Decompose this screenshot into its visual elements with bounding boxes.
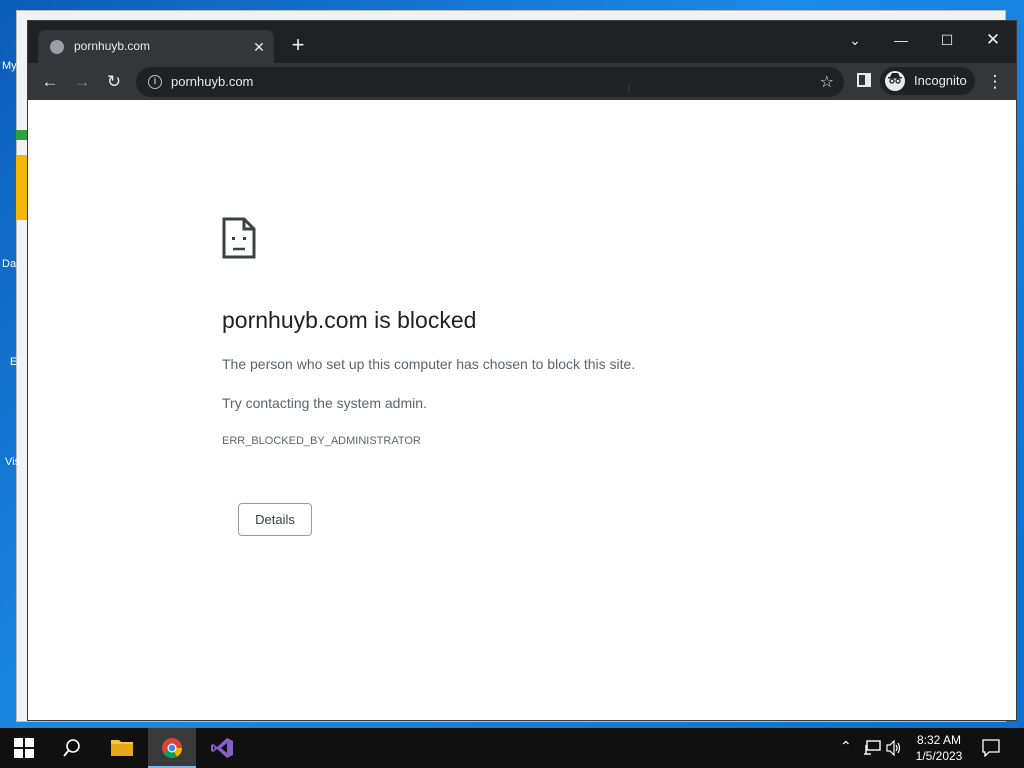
chrome-taskbar-button[interactable] xyxy=(148,728,196,768)
visual-studio-icon xyxy=(211,738,233,758)
error-page: I pornhuyb.com is blocked The person who… xyxy=(28,80,1016,720)
tab-active[interactable]: pornhuyb.com ✕ xyxy=(38,30,274,63)
close-tab-icon[interactable]: ✕ xyxy=(250,38,268,56)
details-button[interactable]: Details xyxy=(238,503,312,536)
windows-start-icon[interactable] xyxy=(14,738,34,758)
address-bar[interactable]: i pornhuyb.com ☆ xyxy=(136,67,844,97)
error-code: ERR_BLOCKED_BY_ADMINISTRATOR xyxy=(222,435,421,447)
globe-icon xyxy=(50,40,64,54)
incognito-icon xyxy=(885,71,905,91)
clock-time: 8:32 AM xyxy=(916,733,962,747)
network-icon[interactable] xyxy=(863,740,881,756)
sad-document-icon xyxy=(222,217,256,259)
chevron-up-icon[interactable]: ⌃ xyxy=(840,738,852,755)
incognito-label: Incognito xyxy=(914,73,967,88)
desktop-icon-label[interactable]: My xyxy=(2,60,17,72)
system-clock[interactable]: 8:32 AM 1/5/2023 xyxy=(904,732,974,764)
browser-toolbar: ← → ↻ i pornhuyb.com ☆ Incognito ⋮ xyxy=(28,63,1016,100)
desktop-icon-label[interactable]: Vis xyxy=(5,456,20,468)
address-bar-url[interactable]: pornhuyb.com xyxy=(171,74,253,89)
chrome-icon xyxy=(162,738,183,759)
clock-date: 1/5/2023 xyxy=(915,749,963,763)
close-window-button[interactable]: ✕ xyxy=(979,27,1007,53)
incognito-indicator[interactable]: Incognito xyxy=(880,67,975,95)
folder-icon xyxy=(111,740,133,756)
desktop-icon-label[interactable]: E xyxy=(10,356,17,368)
new-tab-button[interactable]: + xyxy=(286,33,310,57)
chrome-window: pornhuyb.com ✕ + ⌄ — ☐ ✕ ← → ↻ i pornhuy… xyxy=(27,20,1017,721)
reload-button[interactable]: ↻ xyxy=(101,69,127,95)
file-explorer-taskbar-button[interactable] xyxy=(98,728,146,768)
volume-icon[interactable] xyxy=(886,740,902,756)
desktop-icon-label[interactable]: Da xyxy=(2,258,16,270)
tab-title: pornhuyb.com xyxy=(74,39,151,53)
minimize-button[interactable]: — xyxy=(887,27,915,53)
notifications-icon[interactable] xyxy=(982,739,1000,757)
text-cursor-icon: I xyxy=(627,80,631,96)
back-button[interactable]: ← xyxy=(37,69,63,95)
side-panel-icon[interactable] xyxy=(851,69,877,95)
tab-search-icon[interactable]: ⌄ xyxy=(841,27,869,53)
forward-button[interactable]: → xyxy=(69,69,95,95)
tab-strip: pornhuyb.com ✕ + ⌄ — ☐ ✕ xyxy=(28,21,1016,63)
error-title: pornhuyb.com is blocked xyxy=(222,307,477,333)
search-icon[interactable] xyxy=(62,738,82,758)
maximize-button[interactable]: ☐ xyxy=(933,27,961,53)
visual-studio-taskbar-button[interactable] xyxy=(198,728,246,768)
bookmark-star-icon[interactable]: ☆ xyxy=(820,72,834,92)
taskbar: ⌃ 8:32 AM 1/5/2023 xyxy=(0,728,1024,768)
site-info-icon[interactable]: i xyxy=(148,75,162,89)
more-menu-icon[interactable]: ⋮ xyxy=(982,69,1008,95)
error-description: The person who set up this computer has … xyxy=(222,356,636,372)
error-suggestion: Try contacting the system admin. xyxy=(222,395,427,411)
